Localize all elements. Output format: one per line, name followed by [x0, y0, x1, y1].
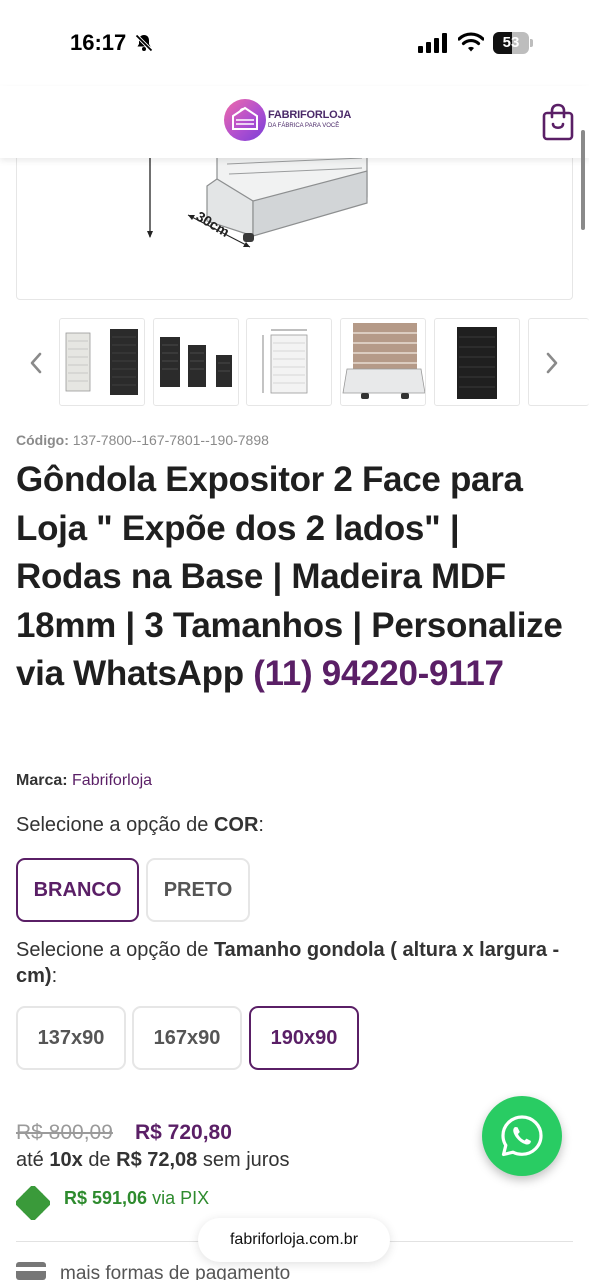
page-scrollbar[interactable]: [581, 130, 585, 230]
pix-label: via PIX: [152, 1188, 210, 1208]
thumbnail-2[interactable]: [153, 318, 239, 406]
browser-url-bar[interactable]: fabriforloja.com.br: [198, 1218, 390, 1262]
logo-subtitle: DA FÁBRICA PARA VOCÊ: [268, 123, 340, 129]
cellular-signal-icon: [418, 33, 447, 53]
product-title: Gôndola Expositor 2 Face para Loja " Exp…: [16, 456, 572, 699]
status-bar: 16:17 53: [0, 0, 589, 86]
installments-line: até 10x de R$ 72,08 sem juros: [16, 1149, 290, 1172]
size-option-suffix: :: [51, 965, 58, 987]
status-time: 16:17: [70, 30, 127, 55]
brand-line: Marca: Fabriforloja: [16, 772, 152, 790]
battery-icon: 53: [493, 32, 533, 54]
installments-value: R$ 72,08: [116, 1149, 198, 1171]
more-payment-options-link[interactable]: mais formas de pagamento: [60, 1263, 290, 1280]
size-option-167x90[interactable]: 167x90: [132, 1006, 242, 1070]
whatsapp-icon: [501, 1115, 543, 1157]
old-price: R$ 800,09: [16, 1121, 113, 1144]
color-option-name: COR: [213, 814, 259, 836]
installments-mid: de: [88, 1149, 111, 1171]
color-option-label: Selecione a opção de COR:: [16, 814, 264, 837]
product-code-value: 137-7800--167-7801--190-7898: [72, 432, 269, 448]
thumbnail-4[interactable]: [340, 318, 426, 406]
thumbnail-carousel: [0, 316, 589, 408]
store-logo[interactable]: FABRIFORLOJA DA FÁBRICA PARA VOCÊ: [224, 99, 354, 143]
chevron-left-icon[interactable]: [24, 346, 48, 380]
current-price: R$ 720,80: [135, 1121, 232, 1144]
pix-price-line: R$ 591,06 via PIX: [64, 1188, 209, 1209]
pix-price: R$ 591,06: [64, 1188, 148, 1208]
size-option-137x90[interactable]: 137x90: [16, 1006, 126, 1070]
wifi-icon: [458, 32, 484, 52]
site-header: FABRIFORLOJA DA FÁBRICA PARA VOCÊ: [0, 86, 589, 158]
whatsapp-phone-link[interactable]: (11) 94220-9117: [253, 654, 504, 693]
credit-card-icon: [16, 1262, 46, 1280]
installments-suffix: sem juros: [202, 1149, 290, 1171]
brand-label: Marca:: [16, 772, 68, 789]
product-code: Código: 137-7800--167-7801--190-7898: [16, 432, 269, 448]
color-option-preto[interactable]: PRETO: [146, 858, 250, 922]
chevron-right-icon[interactable]: [540, 346, 564, 380]
logo-title: FABRIFORLOJA: [268, 109, 352, 121]
installments-count: 10x: [49, 1149, 83, 1171]
battery-percent: 53: [502, 34, 520, 51]
shopping-bag-icon[interactable]: [541, 102, 575, 142]
pix-icon: [16, 1186, 50, 1220]
size-option-label: Selecione a opção de Tamanho gondola ( a…: [16, 937, 576, 989]
whatsapp-button[interactable]: [482, 1096, 562, 1176]
color-option-prefix: Selecione a opção de: [16, 814, 209, 836]
size-option-190x90[interactable]: 190x90: [249, 1006, 359, 1070]
thumbnail-3[interactable]: [246, 318, 332, 406]
logo-emblem: [224, 99, 266, 141]
installments-prefix: até: [16, 1149, 44, 1171]
color-option-branco[interactable]: BRANCO: [16, 858, 139, 922]
color-option-suffix: :: [258, 814, 264, 836]
size-option-prefix: Selecione a opção de: [16, 939, 209, 961]
thumbnail-5[interactable]: [434, 318, 520, 406]
product-code-label: Código:: [16, 432, 69, 448]
bell-slash-icon: [135, 34, 153, 52]
brand-link[interactable]: Fabriforloja: [72, 772, 152, 789]
thumbnail-1[interactable]: [59, 318, 145, 406]
